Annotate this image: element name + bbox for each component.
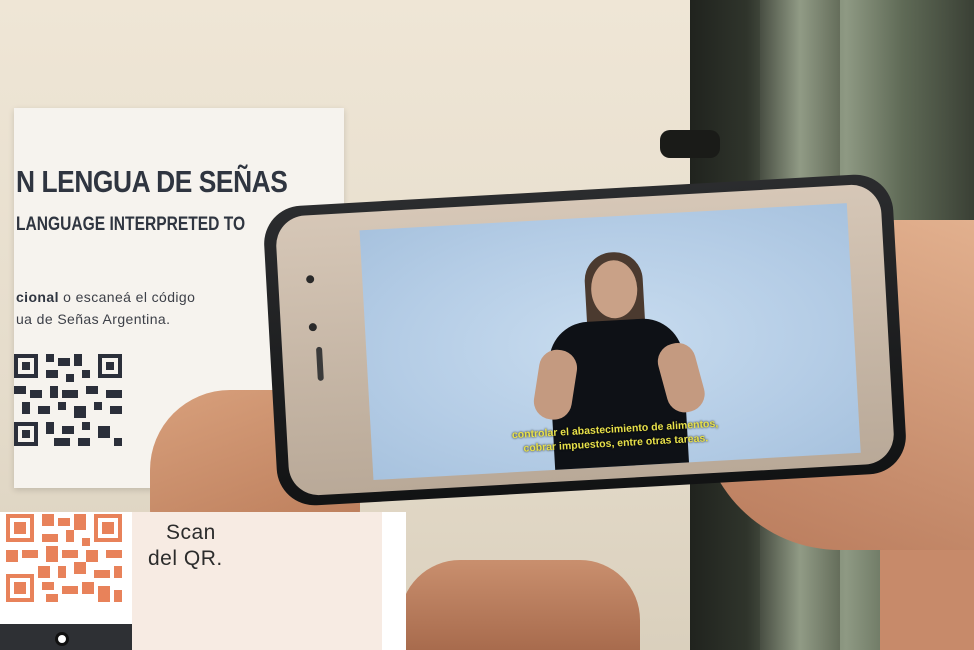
sign-body-line1: o escaneá el código <box>58 289 196 305</box>
sign-body-bold: cional <box>16 289 59 305</box>
speaker-grille <box>315 346 324 381</box>
video-player-screen[interactable]: controlar el abastecimiento de alimentos… <box>359 203 861 481</box>
door-handle <box>660 130 720 158</box>
qr-code-icon <box>6 514 122 602</box>
sign-subtitle: LANGUAGE INTERPRETED TO <box>16 214 246 235</box>
sign-title: N LENGUA DE SEÑAS <box>16 164 288 199</box>
phone-body: controlar el abastecimiento de alimentos… <box>274 183 896 497</box>
sign-body: cional o escaneá el código ua de Señas A… <box>16 286 195 330</box>
card-qr-box <box>0 512 132 622</box>
arm <box>400 560 640 650</box>
camera-icon <box>305 275 315 284</box>
sign-body-line2: ua de Señas Argentina. <box>16 311 171 327</box>
smartphone: controlar el abastecimiento de alimentos… <box>262 172 908 508</box>
scan-instruction-text: Scan del QR. <box>148 520 223 572</box>
phone-camera-dot <box>55 632 69 646</box>
scan-line-2: del QR. <box>148 547 223 570</box>
sign-qr-code-icon <box>14 350 126 450</box>
scan-line-1: Scan <box>166 521 216 544</box>
scan-instruction-card: Scan del QR. <box>0 512 406 650</box>
phone-icon <box>0 624 132 650</box>
sensor-icon <box>308 322 318 332</box>
